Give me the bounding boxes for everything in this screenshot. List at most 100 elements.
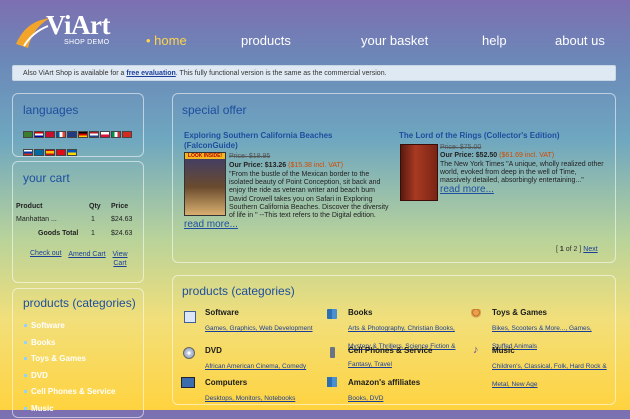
offer-2-read-more-link[interactable]: read more...	[440, 184, 494, 195]
notice-suffix: . This fully functional version is the s…	[176, 70, 387, 77]
toys-icon	[471, 309, 481, 319]
free-evaluation-link[interactable]: free evaluation	[126, 70, 175, 77]
side-category-item[interactable]: DVD	[24, 370, 115, 387]
flag-icon[interactable]	[23, 149, 33, 156]
flag-icon[interactable]	[34, 149, 44, 156]
offer-2-description: The New York Times "A unique, wholly rea…	[440, 161, 615, 186]
desc-line: Southern California Beaches. Discover th…	[229, 204, 391, 212]
affiliates-icon	[327, 377, 337, 387]
offer-1-our-price-value: Our Price: $13.26	[229, 162, 286, 169]
flag-icon[interactable]	[23, 131, 33, 138]
category-cell-phones: Cell Phones & Service	[348, 346, 468, 355]
flag-icon[interactable]	[45, 149, 55, 156]
offer-1-title-line2[interactable]: (FalconGuide)	[184, 141, 238, 151]
offer-1-title-line1[interactable]: Exploring Southern California Beaches	[184, 131, 332, 141]
category-subcategories[interactable]: Books, DVD	[348, 395, 383, 402]
main-categories-title: products (categories)	[182, 284, 295, 298]
flag-icon[interactable]	[56, 149, 66, 156]
special-offer-title: special offer	[182, 103, 246, 117]
side-category-label[interactable]: Music	[31, 404, 54, 413]
offer-1-read-more-link[interactable]: read more...	[184, 219, 238, 230]
side-category-item[interactable]: Cell Phones & Service	[24, 386, 115, 403]
flag-icon[interactable]	[100, 131, 110, 138]
cart-item-name[interactable]: Manhattan ...	[16, 216, 57, 223]
category-name[interactable]: Computers	[205, 378, 320, 387]
side-category-item[interactable]: Software	[24, 320, 115, 337]
pager-of: of	[564, 246, 574, 253]
category-name[interactable]: Music	[492, 346, 607, 355]
checkout-link[interactable]: Check out	[30, 250, 62, 257]
logo-subtitle: SHOP DEMO	[64, 39, 109, 46]
category-subcategories[interactable]: Children's, Classical, Folk, Hard Rock &…	[492, 363, 607, 388]
side-category-label[interactable]: Books	[31, 338, 55, 347]
nav-about-us[interactable]: about us	[555, 33, 605, 48]
side-category-item[interactable]: Books	[24, 337, 115, 354]
flag-icon[interactable]	[67, 149, 77, 156]
flag-icon[interactable]	[34, 131, 44, 138]
desc-line: The New York Times "A unique, wholly rea…	[440, 161, 615, 169]
desc-line: world, evoked from deep in the well of T…	[440, 169, 615, 177]
amend-cart-link[interactable]: Amend Cart	[68, 250, 106, 259]
offer-1-old-price: Price: $18.95	[229, 153, 270, 160]
cart-header-product: Product	[16, 203, 42, 210]
look-inside-badge: LOOK INSIDE!	[185, 153, 225, 159]
side-category-label[interactable]: Cell Phones & Service	[31, 387, 115, 396]
nav-help[interactable]: help	[482, 33, 507, 48]
side-category-label[interactable]: DVD	[31, 371, 48, 380]
flag-icon[interactable]	[89, 131, 99, 138]
nav-your-basket[interactable]: your basket	[361, 33, 428, 48]
flag-icon[interactable]	[111, 131, 121, 138]
side-category-label[interactable]: Toys & Games	[31, 354, 86, 363]
side-category-item[interactable]: Toys & Games	[24, 353, 115, 370]
languages-panel: languages	[12, 93, 144, 157]
goods-total-price: $24.63	[111, 230, 132, 237]
side-categories-title: products (categories)	[23, 296, 136, 310]
offer-1-cover-image[interactable]: LOOK INSIDE!	[184, 152, 226, 216]
category-name[interactable]: Toys & Games	[492, 308, 607, 317]
viart-logo[interactable]: ViArt SHOP DEMO	[14, 10, 124, 50]
side-category-item[interactable]: Music	[24, 403, 115, 419]
cart-item-qty: 1	[91, 216, 95, 223]
evaluation-notice: Also ViArt Shop is available for a free …	[12, 65, 616, 81]
bullet-icon	[24, 390, 27, 393]
nav-home[interactable]: • home	[146, 33, 187, 48]
category-computers: Computers Desktops, Monitors, Notebooks	[205, 378, 320, 405]
category-name[interactable]: Software	[205, 308, 320, 317]
category-dvd: DVD African American Cinema, Comedy	[205, 346, 320, 373]
nav-products[interactable]: products	[241, 33, 291, 48]
view-cart-link[interactable]: View Cart	[108, 250, 132, 268]
cart-header-qty: Qty	[89, 203, 101, 210]
flag-icon[interactable]	[45, 131, 55, 138]
offer-2-cover-image[interactable]	[400, 144, 438, 201]
category-name[interactable]: DVD	[205, 346, 320, 355]
cart-item-price: $24.63	[111, 216, 132, 223]
dvd-icon	[183, 347, 195, 359]
bullet-icon	[24, 357, 27, 360]
side-category-label[interactable]: Software	[31, 321, 65, 330]
category-name[interactable]: Cell Phones & Service	[348, 346, 468, 355]
desc-line: "From the bustle of the Mexican border t…	[229, 171, 391, 179]
languages-title: languages	[23, 103, 78, 117]
software-icon	[184, 311, 196, 323]
category-amazon-affiliates: Amazon's affiliates Books, DVD	[348, 378, 463, 405]
category-name[interactable]: Amazon's affiliates	[348, 378, 463, 387]
pager-next-link[interactable]: Next	[583, 246, 597, 253]
phone-icon	[330, 347, 335, 358]
flag-icon[interactable]	[56, 131, 66, 138]
flag-icon[interactable]	[78, 131, 88, 138]
cart-header-price: Price	[111, 203, 128, 210]
language-flags	[23, 126, 133, 162]
notice-prefix: Also ViArt Shop is available for a	[23, 70, 126, 77]
category-subcategories[interactable]: Games, Graphics, Web Development	[205, 325, 313, 332]
offer-2-old-price: Price: $75.00	[440, 144, 481, 151]
offer-1-our-price: Our Price: $13.26 ($15.38 incl. VAT)	[229, 162, 343, 169]
flag-icon[interactable]	[67, 131, 77, 138]
category-subcategories[interactable]: Desktops, Monitors, Notebooks	[205, 395, 295, 402]
category-name[interactable]: Books	[348, 308, 463, 317]
desc-line: of life in " --This text refers to the D…	[229, 212, 391, 220]
offer-2-vat: ($61.69 incl. VAT)	[499, 152, 554, 159]
offer-2-title[interactable]: The Lord of the Rings (Collector's Editi…	[399, 131, 560, 141]
offer-2-our-price-value: Our Price: $52.50	[440, 152, 497, 159]
category-subcategories[interactable]: African American Cinema, Comedy	[205, 363, 306, 370]
flag-icon[interactable]	[122, 131, 132, 138]
